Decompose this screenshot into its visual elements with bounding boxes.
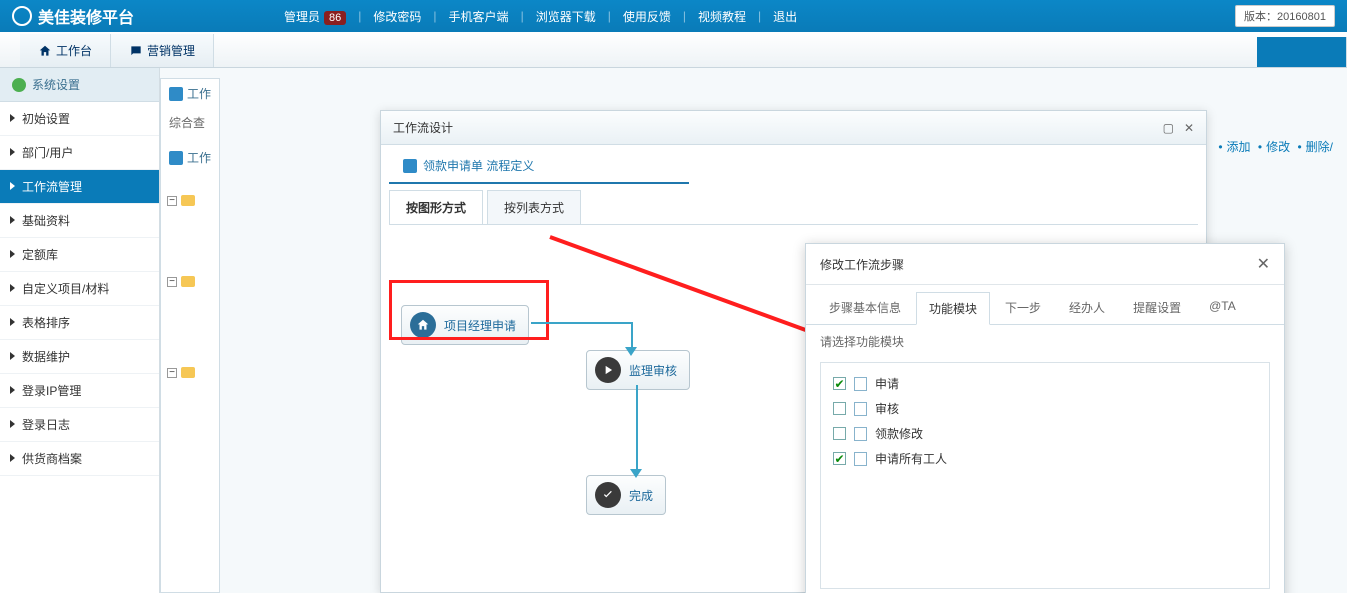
breadcrumb: 领款申请单 流程定义 xyxy=(389,149,689,184)
top-bar: 美佳装修平台 管理员86 | 修改密码| 手机客户端| 浏览器下载| 使用反馈|… xyxy=(0,0,1347,32)
tab-handler[interactable]: 经办人 xyxy=(1056,291,1118,324)
module-opt-3[interactable]: ✔申请所有工人 xyxy=(833,446,1257,471)
sidebar-item-5[interactable]: 自定义项目/材料 xyxy=(0,272,159,306)
action-del[interactable]: 删除/ xyxy=(1306,140,1333,154)
close-icon[interactable]: ✕ xyxy=(1257,254,1270,274)
sidebar-item-10[interactable]: 供货商档案 xyxy=(0,442,159,476)
design-tabs: 按图形方式 按列表方式 xyxy=(389,190,1198,225)
module-options: ✔申请 审核 领款修改 ✔申请所有工人 xyxy=(820,362,1270,589)
collapse-icon: − xyxy=(167,368,177,378)
tab-list[interactable]: 按列表方式 xyxy=(487,190,581,224)
toplink-exit[interactable]: 退出 xyxy=(773,8,797,25)
doc-icon xyxy=(169,87,183,101)
flow-edge xyxy=(531,322,631,324)
checkbox-icon[interactable]: ✔ xyxy=(833,452,846,465)
tab-atta[interactable]: @TA xyxy=(1196,291,1249,324)
sidebar-item-8[interactable]: 登录IP管理 xyxy=(0,374,159,408)
flow-arrow-icon xyxy=(625,347,637,362)
sidebar-head[interactable]: 系统设置 xyxy=(0,68,159,102)
module-prompt: 请选择功能模块 xyxy=(806,325,1284,358)
module-opt-0[interactable]: ✔申请 xyxy=(833,371,1257,396)
toplink-video[interactable]: 视频教程 xyxy=(698,8,746,25)
nav-active-indicator xyxy=(1257,37,1347,67)
tab-basic[interactable]: 步骤基本信息 xyxy=(816,291,914,324)
collapse-icon: − xyxy=(167,277,177,287)
sidebar-item-2[interactable]: 工作流管理 xyxy=(0,170,159,204)
version-label: 版本：20160801 xyxy=(1235,5,1335,27)
subpanel-h1: 工作 xyxy=(161,79,219,108)
sidebar-item-6[interactable]: 表格排序 xyxy=(0,306,159,340)
logo-icon xyxy=(12,6,32,26)
module-opt-2[interactable]: 领款修改 xyxy=(833,421,1257,446)
flow-node-done[interactable]: 完成 xyxy=(586,475,666,515)
folder-icon xyxy=(181,195,195,206)
flow-edge xyxy=(631,322,633,350)
toplink-mobile[interactable]: 手机客户端 xyxy=(449,8,509,25)
checkbox-icon[interactable] xyxy=(833,427,846,440)
tree-group-2[interactable]: − xyxy=(167,276,215,287)
tree-column: − − − xyxy=(161,141,221,386)
sidebar-item-3[interactable]: 基础资料 xyxy=(0,204,159,238)
toplink-feedback[interactable]: 使用反馈 xyxy=(623,8,671,25)
list-icon xyxy=(854,452,867,466)
tab-module[interactable]: 功能模块 xyxy=(916,292,990,325)
play-icon xyxy=(595,357,621,383)
flow-node-review[interactable]: 监理审核 xyxy=(586,350,690,390)
modal1-header: 工作流设计 ▢ ✕ xyxy=(381,111,1206,145)
list-icon xyxy=(854,402,867,416)
sub-panel: 工作 综合查 工作 − − − xyxy=(160,78,220,593)
flow-edge xyxy=(636,385,638,473)
folder-icon xyxy=(181,276,195,287)
toplink-password[interactable]: 修改密码 xyxy=(373,8,421,25)
sidebar-item-1[interactable]: 部门/用户 xyxy=(0,136,159,170)
modal2-title: 修改工作流步骤 xyxy=(820,256,904,273)
checkbox-icon[interactable]: ✔ xyxy=(833,377,846,390)
admin-link[interactable]: 管理员86 xyxy=(284,8,346,25)
edit-step-modal: 修改工作流步骤 ✕ 步骤基本信息 功能模块 下一步 经办人 提醒设置 @TA 请… xyxy=(805,243,1285,593)
doc-icon xyxy=(403,159,417,173)
content-area: 工作 综合查 工作 − − − •添加 •修改 •删除/ 工作流设计 ▢ ✕ xyxy=(160,68,1347,593)
highlight-box-source xyxy=(389,280,549,340)
sidebar: 系统设置 初始设置 部门/用户 工作流管理 基础资料 定额库 自定义项目/材料 … xyxy=(0,68,160,593)
top-links: 管理员86 | 修改密码| 手机客户端| 浏览器下载| 使用反馈| 视频教程| … xyxy=(284,8,797,25)
minimize-icon[interactable]: ▢ xyxy=(1163,121,1174,135)
list-icon xyxy=(854,427,867,441)
nav-marketing[interactable]: 营销管理 xyxy=(111,34,214,67)
action-links: •添加 •修改 •删除/ xyxy=(1218,138,1337,155)
step-tabs: 步骤基本信息 功能模块 下一步 经办人 提醒设置 @TA xyxy=(806,285,1284,325)
module-opt-1[interactable]: 审核 xyxy=(833,396,1257,421)
toplink-browser[interactable]: 浏览器下载 xyxy=(536,8,596,25)
sidebar-item-4[interactable]: 定额库 xyxy=(0,238,159,272)
subpanel-h2: 综合查 xyxy=(161,108,219,137)
action-add[interactable]: 添加 xyxy=(1227,140,1251,154)
folder-icon xyxy=(181,367,195,378)
brand-text: 美佳装修平台 xyxy=(38,4,134,28)
tree-group-3[interactable]: − xyxy=(167,367,215,378)
collapse-icon: − xyxy=(167,196,177,206)
close-icon[interactable]: ✕ xyxy=(1184,121,1194,135)
sidebar-item-9[interactable]: 登录日志 xyxy=(0,408,159,442)
check-icon xyxy=(595,482,621,508)
brand-logo: 美佳装修平台 xyxy=(12,4,134,28)
modal1-title: 工作流设计 xyxy=(393,119,453,136)
gear-icon xyxy=(12,78,26,92)
tab-graph[interactable]: 按图形方式 xyxy=(389,190,483,224)
chat-icon xyxy=(129,44,143,58)
list-icon xyxy=(854,377,867,391)
sidebar-item-0[interactable]: 初始设置 xyxy=(0,102,159,136)
modal2-header: 修改工作流步骤 ✕ xyxy=(806,244,1284,285)
tab-next[interactable]: 下一步 xyxy=(992,291,1054,324)
checkbox-icon[interactable] xyxy=(833,402,846,415)
flow-arrow-icon xyxy=(630,469,642,484)
home-icon xyxy=(38,44,52,58)
sidebar-item-7[interactable]: 数据维护 xyxy=(0,340,159,374)
admin-badge: 86 xyxy=(324,11,346,25)
tree-group-1[interactable]: − xyxy=(167,195,215,206)
action-edit[interactable]: 修改 xyxy=(1266,140,1290,154)
nav-workspace[interactable]: 工作台 xyxy=(20,34,111,67)
tab-remind[interactable]: 提醒设置 xyxy=(1120,291,1194,324)
nav-bar: 工作台 营销管理 xyxy=(0,32,1347,68)
